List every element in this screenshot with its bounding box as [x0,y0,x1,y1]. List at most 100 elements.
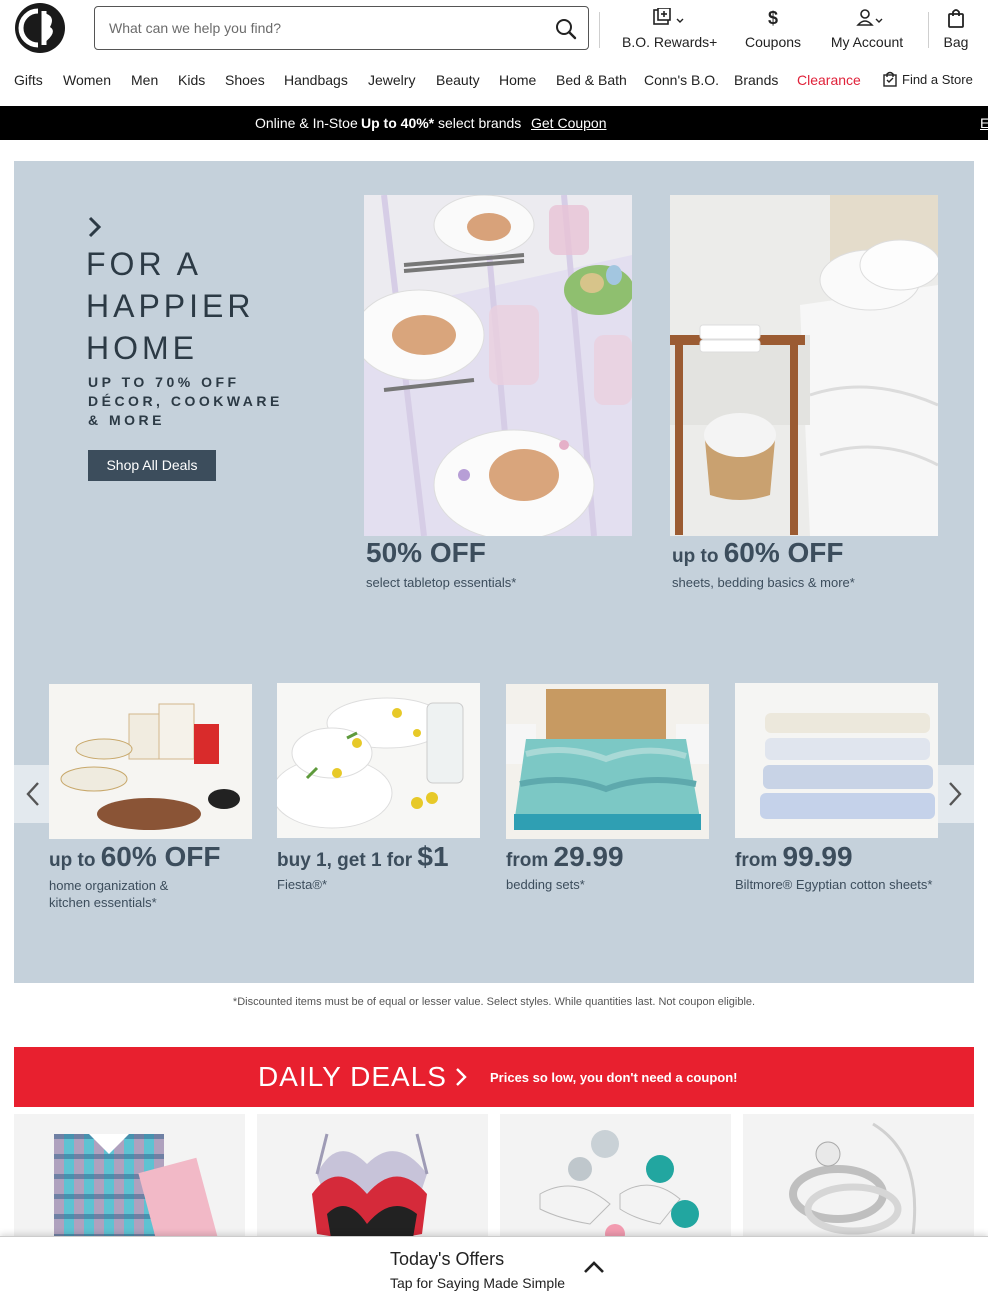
daily-deals-banner[interactable]: DAILY DEALS Prices so low, you don't nee… [14,1047,974,1107]
feature-caption: select tabletop essentials* [366,575,517,590]
shop-all-deals-button[interactable]: Shop All Deals [88,450,216,481]
rings-image [789,1122,917,1235]
rewards-button[interactable]: B.O. Rewards+ [622,6,718,52]
offers-subtitle: Tap for Saying Made Simple [390,1275,566,1291]
chevron-left-icon [26,782,39,806]
daily-deals-title: DAILY DEALS [258,1061,447,1092]
price-value: $1 [417,841,449,872]
offers-title: Today's Offers [390,1249,505,1269]
deal-tile-jewelry[interactable] [500,1114,731,1244]
carousel-prev-button[interactable] [14,765,52,823]
price-value: 50% OFF [366,537,486,568]
price-value: 99.99 [782,841,853,872]
header-divider [599,12,600,48]
chevron-right-icon [456,1068,467,1086]
coupons-button[interactable]: $ Coupons [738,6,808,52]
get-coupon-link[interactable]: Get Coupon [531,115,607,131]
tile-caption: home organization & kitchen essentials* [49,877,168,911]
hero-title: FOR A HAPPIER HOME [86,243,254,369]
hero-title-line: FOR A [86,246,203,282]
feature-caption: sheets, bedding basics & more* [672,575,855,590]
nav-item-kids[interactable]: Kids [178,72,205,88]
search-input[interactable] [109,17,529,39]
shopping-bag-icon [948,9,964,28]
price-value: 29.99 [553,841,624,872]
promo-text: Online & In-Stoe [255,115,358,131]
dollar-icon: $ [767,7,778,28]
feature-price: 50% OFF [366,537,486,569]
chevron-right-icon [949,782,962,806]
nav-item-gifts[interactable]: Gifts [14,72,43,88]
nav-item-brands[interactable]: Brands [734,72,778,88]
nav-item-home[interactable]: Home [499,72,536,88]
price-value: 60% OFF [723,537,844,568]
price-prefix: up to [49,850,101,871]
price-prefix: from [735,850,783,871]
nav-item-conns[interactable]: Conn's B.O. [644,72,719,88]
bedding-set-image[interactable] [506,684,709,839]
header-divider [928,12,929,48]
hero-subtitle: UP TO 70% OFF DÉCOR, COOKWARE & MORE [88,373,283,430]
hero-panel: FOR A HAPPIER HOME UP TO 70% OFF DÉCOR, … [14,161,974,983]
account-label: My Account [830,34,904,50]
tile-price: from 29.99 [506,841,624,873]
hero-title-line: HOME [86,330,198,366]
promo-text-brands: select brands [438,115,522,131]
find-store-label: Find a Store [902,72,973,87]
tile-caption-line: home organization & [49,878,169,893]
nav-item-men[interactable]: Men [131,72,158,88]
price-prefix: from [506,850,554,871]
main-nav: Gifts Women Men Kids Shoes Handbags Jewe… [0,58,988,106]
daily-deals-subtitle: Prices so low, you don't need a coupon! [490,1070,738,1085]
search-box [94,6,589,50]
price-prefix: buy 1, get 1 for [277,850,418,871]
nav-item-jewelry[interactable]: Jewelry [368,72,415,88]
brooches-image [539,1130,699,1244]
nav-item-clearance[interactable]: Clearance [797,72,861,88]
coupons-label: Coupons [744,34,802,50]
site-header: B.O. Rewards+ $ Coupons My Account Bag [0,0,988,58]
rewards-card-icon [653,8,684,25]
nav-item-beauty[interactable]: Beauty [436,72,480,88]
nav-item-shoes[interactable]: Shoes [225,72,265,88]
tabletop-image[interactable] [364,195,632,536]
account-button[interactable]: My Account [828,6,906,52]
logo-icon[interactable] [14,2,66,54]
tile-price: from 99.99 [735,841,853,873]
bag-label: Bag [943,34,969,50]
chevron-right-icon[interactable] [86,215,104,239]
tile-caption: bedding sets* [506,877,585,892]
bag-button[interactable]: Bag [936,6,976,52]
cookware-image[interactable] [49,684,252,839]
shirts-image [54,1134,220,1244]
chevron-up-icon [584,1261,604,1273]
nav-item-women[interactable]: Women [63,72,111,88]
todays-offers-drawer[interactable]: Today's Offers Tap for Saying Made Simpl… [0,1236,988,1300]
deal-tile-shirts[interactable] [14,1114,245,1244]
promo-next-link[interactable]: E [980,115,988,131]
feature-price: up to 60% OFF [672,537,844,569]
tile-price: up to 60% OFF [49,841,221,873]
tile-caption-line: kitchen essentials* [49,895,157,910]
deal-tile-bras[interactable] [257,1114,488,1244]
hero-title-line: HAPPIER [86,288,255,324]
bras-image [312,1133,429,1244]
price-value: 60% OFF [100,841,221,872]
hero-subtitle-line: UP TO 70% OFF [88,374,240,390]
nav-item-handbags[interactable]: Handbags [284,72,348,88]
nav-item-bed-bath[interactable]: Bed & Bath [556,72,627,88]
search-icon[interactable] [554,17,578,41]
fiesta-dishes-image[interactable] [277,683,480,838]
promo-bar: Online & In-Stoe Up to 40%* select brand… [0,106,988,140]
carousel-next-button[interactable] [936,765,974,823]
rewards-label: B.O. Rewards+ [622,34,718,50]
store-bag-icon [883,71,897,87]
sheets-image[interactable] [735,683,938,838]
bedding-image[interactable] [670,195,938,536]
disclaimer-text: *Discounted items must be of equal or le… [232,996,756,1008]
deal-tile-rings[interactable] [743,1114,974,1244]
tile-caption: Biltmore® Egyptian cotton sheets* [735,877,933,892]
hero-subtitle-line: DÉCOR, COOKWARE [88,393,283,409]
hero-subtitle-line: & MORE [88,412,165,428]
find-store-link[interactable]: Find a Store [882,71,973,87]
